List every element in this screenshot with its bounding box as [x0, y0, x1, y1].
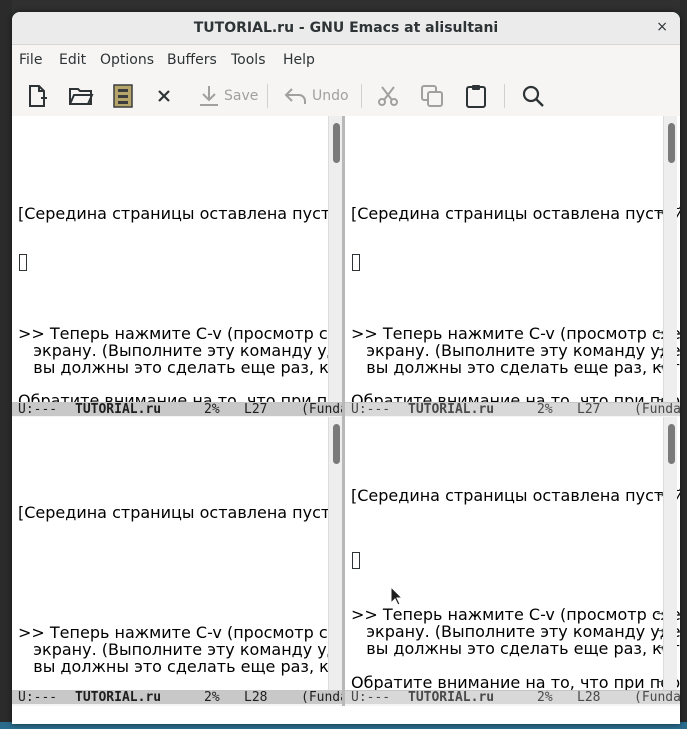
paste-icon — [466, 85, 486, 108]
open-folder-icon — [69, 88, 94, 105]
editor-pane-top-right[interactable]: [Середина страницы оставлена пустой в → … — [345, 116, 680, 402]
text-cursor — [352, 254, 360, 271]
paste-button[interactable] — [465, 83, 487, 109]
modeline-line-number: L28 — [244, 690, 268, 704]
minibuffer[interactable] — [12, 706, 680, 724]
buffer-line: Обратите внимание на то, что при перех — [351, 391, 680, 402]
modeline-buffer-name[interactable]: TUTORIAL.ru — [75, 403, 161, 416]
scrollbar-bottom-left[interactable] — [328, 417, 342, 690]
toolbar-separator — [267, 84, 268, 108]
buffer-line: вы должны это сделать еще раз, когд — [18, 358, 342, 377]
modeline-status: U:--- — [351, 690, 391, 704]
menu-file[interactable]: File — [19, 52, 42, 68]
menu-buffers[interactable]: Buffers — [167, 52, 217, 68]
buffer-line: вы должны это сделать еще раз, когд — [351, 358, 680, 377]
close-icon — [158, 90, 170, 102]
modeline-status: U:--- — [18, 690, 58, 704]
emacs-window: TUTORIAL.ru - GNU Emacs at alisultani × … — [12, 12, 680, 724]
menu-edit[interactable]: Edit — [59, 52, 86, 68]
close-window-button[interactable]: × — [656, 19, 668, 35]
modeline-top-left[interactable]: U:--- TUTORIAL.ru 2% L27 (Funda — [12, 402, 342, 416]
toolbar-separator — [361, 84, 362, 108]
mouse-pointer-icon — [390, 586, 404, 606]
window-title: TUTORIAL.ru - GNU Emacs at alisultani — [193, 20, 499, 36]
modeline-major-mode[interactable]: (Funda — [301, 691, 342, 704]
save-label: Save — [224, 88, 259, 104]
scrollbar-thumb[interactable] — [333, 424, 340, 464]
menu-tools[interactable]: Tools — [231, 52, 266, 68]
menu-help[interactable]: Help — [283, 52, 315, 68]
new-file-button[interactable] — [25, 83, 49, 109]
open-file-button[interactable] — [68, 83, 94, 109]
new-file-icon — [29, 85, 47, 107]
dired-button[interactable] — [112, 83, 134, 109]
title-bar[interactable]: TUTORIAL.ru - GNU Emacs at alisultani × — [12, 12, 680, 45]
editor-pane-bottom-right[interactable]: [Середина страницы оставлена пустой в → … — [345, 417, 680, 690]
copy-button[interactable] — [420, 83, 444, 109]
text-cursor — [19, 254, 27, 271]
undo-label: Undo — [312, 88, 349, 104]
modeline-buffer-name[interactable]: TUTORIAL.ru — [408, 691, 494, 704]
toolbar-separator — [504, 84, 505, 108]
modeline-buffer-name[interactable]: TUTORIAL.ru — [75, 691, 161, 704]
buffer-line: Обратите внимание на то, что при перех — [351, 673, 680, 690]
modeline-percent: 2% — [537, 402, 553, 416]
text-cursor — [352, 552, 360, 569]
modeline-top-right[interactable]: U:--- TUTORIAL.ru 2% L27 (Funda — [345, 402, 680, 416]
editor-pane-bottom-left[interactable]: [Середина страницы оставлена пустой в → … — [12, 417, 342, 690]
desktop-background-right — [680, 0, 687, 729]
cabinet-icon — [113, 84, 133, 108]
modeline-bottom-right[interactable]: U:--- TUTORIAL.ru 2% L28 (Funda — [345, 690, 680, 704]
search-button[interactable] — [521, 83, 545, 109]
modeline-line-number: L27 — [577, 402, 601, 416]
save-button[interactable]: Save — [198, 83, 258, 109]
scissors-icon — [378, 86, 398, 106]
scrollbar-top-right[interactable] — [663, 116, 677, 402]
desktop-background-left — [0, 0, 12, 729]
search-icon — [522, 85, 544, 107]
undo-icon — [284, 88, 306, 104]
buffer-line: вы должны это сделать еще раз, когд — [351, 639, 680, 658]
modeline-bottom-left[interactable]: U:--- TUTORIAL.ru 2% L28 (Funda — [12, 690, 342, 704]
modeline-major-mode[interactable]: (Funda — [301, 403, 342, 416]
buffer-line: вы должны это сделать еще раз, когд — [18, 657, 342, 676]
modeline-buffer-name[interactable]: TUTORIAL.ru — [408, 403, 494, 416]
modeline-line-number: L27 — [244, 402, 268, 416]
kill-buffer-button[interactable] — [156, 83, 172, 109]
modeline-major-mode[interactable]: (Funda — [634, 403, 680, 416]
scrollbar-top-left[interactable] — [328, 116, 342, 402]
buffer-line: [Середина страницы оставлена пустой в — [18, 204, 342, 223]
modeline-status: U:--- — [18, 402, 58, 416]
download-icon — [200, 86, 218, 106]
modeline-status: U:--- — [351, 402, 391, 416]
undo-button[interactable]: Undo — [284, 83, 349, 109]
buffer-line: [Середина страницы оставлена пустой в — [351, 486, 680, 505]
modeline-percent: 2% — [204, 402, 220, 416]
tool-bar: Save Undo — [12, 74, 680, 116]
modeline-line-number: L28 — [577, 690, 601, 704]
modeline-percent: 2% — [537, 690, 553, 704]
modeline-major-mode[interactable]: (Funda — [634, 691, 680, 704]
modeline-percent: 2% — [204, 690, 220, 704]
scrollbar-thumb[interactable] — [668, 424, 675, 464]
copy-icon — [421, 85, 443, 107]
scrollbar-bottom-right[interactable] — [663, 417, 677, 690]
scrollbar-thumb[interactable] — [333, 123, 340, 163]
desktop-background-top — [12, 0, 682, 12]
cut-button[interactable] — [376, 83, 400, 109]
menu-bar: File Edit Options Buffers Tools Help — [12, 46, 680, 74]
scrollbar-thumb[interactable] — [668, 123, 675, 163]
buffer-line: Обратите внимание на то, что при перех — [18, 391, 342, 402]
editor-pane-top-left[interactable]: [Середина страницы оставлена пустой в → … — [12, 116, 342, 402]
menu-options[interactable]: Options — [100, 52, 154, 68]
buffer-line: [Середина страницы оставлена пустой в — [351, 204, 680, 223]
buffer-line: [Середина страницы оставлена пустой в — [18, 503, 342, 522]
